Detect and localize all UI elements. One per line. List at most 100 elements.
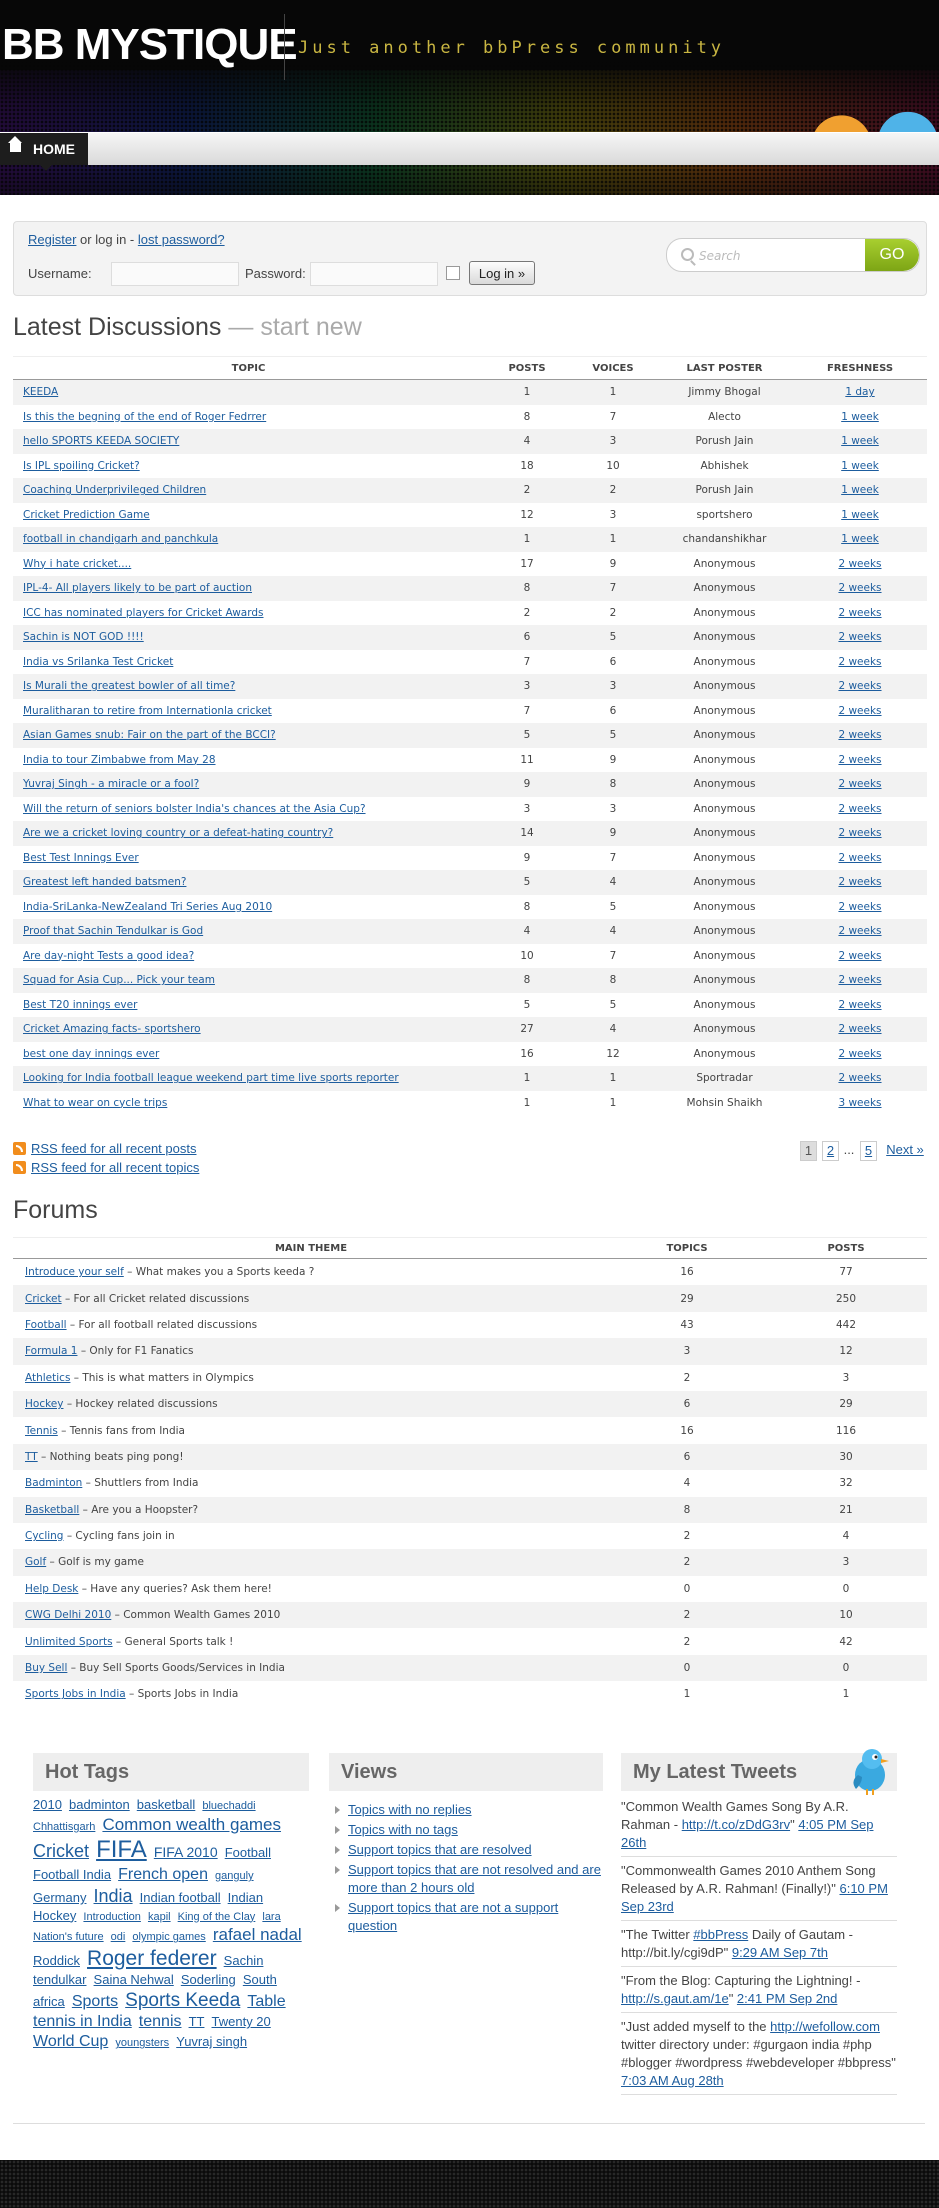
forum-link[interactable]: Cricket: [25, 1293, 62, 1305]
rss-posts-link[interactable]: RSS feed for all recent posts: [31, 1141, 196, 1156]
forum-link[interactable]: Hockey: [25, 1398, 63, 1410]
rss-posts-feed[interactable]: RSS feed for all recent posts: [13, 1139, 199, 1158]
tag-link[interactable]: lara: [262, 1911, 280, 1923]
tag-link[interactable]: FIFA 2010: [154, 1844, 218, 1860]
start-new-link[interactable]: — start new: [228, 313, 361, 341]
topic-link[interactable]: What to wear on cycle trips: [23, 1097, 167, 1109]
tag-link[interactable]: World Cup: [33, 2033, 108, 2050]
topic-link[interactable]: Looking for India football league weeken…: [23, 1072, 399, 1084]
view-link[interactable]: Support topics that are not resolved and…: [348, 1862, 601, 1895]
topic-link[interactable]: India-SriLanka-NewZealand Tri Series Aug…: [23, 901, 272, 913]
topic-link[interactable]: Cricket Amazing facts- sportshero: [23, 1023, 201, 1035]
forum-link[interactable]: Basketball: [25, 1504, 79, 1516]
forum-link[interactable]: Tennis: [25, 1425, 58, 1437]
tag-link[interactable]: badminton: [69, 1797, 130, 1812]
view-link[interactable]: Support topics that are resolved: [348, 1842, 532, 1857]
register-link[interactable]: Register: [28, 232, 76, 247]
forum-link[interactable]: Golf: [25, 1556, 46, 1568]
topic-link[interactable]: Best T20 innings ever: [23, 999, 137, 1011]
freshness-link[interactable]: 1 week: [841, 435, 879, 447]
freshness-link[interactable]: 2 weeks: [838, 680, 881, 692]
topic-link[interactable]: Sachin is NOT GOD !!!!: [23, 631, 144, 643]
forum-link[interactable]: Buy Sell: [25, 1662, 67, 1674]
forum-link[interactable]: Football: [25, 1319, 67, 1331]
topic-link[interactable]: Is this the begning of the end of Roger …: [23, 411, 266, 423]
tweet-link[interactable]: http://wefollow.com: [770, 2019, 880, 2034]
freshness-link[interactable]: 1 day: [845, 386, 874, 398]
forum-link[interactable]: Badminton: [25, 1477, 82, 1489]
topic-link[interactable]: KEEDA: [23, 386, 58, 398]
tweet-link[interactable]: #bbPress: [693, 1927, 748, 1942]
tweet-time-link[interactable]: 7:03 AM Aug 28th: [621, 2073, 724, 2088]
freshness-link[interactable]: 2 weeks: [838, 607, 881, 619]
tag-link[interactable]: India: [94, 1886, 133, 1906]
topic-link[interactable]: Yuvraj Singh - a miracle or a fool?: [23, 778, 199, 790]
tweet-time-link[interactable]: 2:41 PM Sep 2nd: [737, 1991, 837, 2006]
tag-link[interactable]: TT: [189, 2014, 205, 2029]
freshness-link[interactable]: 2 weeks: [838, 901, 881, 913]
freshness-link[interactable]: 2 weeks: [838, 558, 881, 570]
freshness-link[interactable]: 2 weeks: [838, 1048, 881, 1060]
freshness-link[interactable]: 2 weeks: [838, 754, 881, 766]
freshness-link[interactable]: 2 weeks: [838, 999, 881, 1011]
password-field[interactable]: [310, 262, 438, 286]
freshness-link[interactable]: 2 weeks: [838, 950, 881, 962]
forum-link[interactable]: Cycling: [25, 1530, 63, 1542]
freshness-link[interactable]: 3 weeks: [838, 1097, 881, 1109]
rss-topics-link[interactable]: RSS feed for all recent topics: [31, 1160, 199, 1175]
page-5-link[interactable]: 5: [860, 1141, 877, 1161]
remember-me-checkbox[interactable]: [446, 266, 460, 280]
forum-link[interactable]: TT: [25, 1451, 38, 1463]
tag-link[interactable]: Roddick: [33, 1953, 80, 1968]
freshness-link[interactable]: 2 weeks: [838, 974, 881, 986]
forum-link[interactable]: Introduce your self: [25, 1266, 124, 1278]
forum-link[interactable]: Sports Jobs in India: [25, 1688, 126, 1700]
search-input[interactable]: [697, 245, 871, 267]
topic-link[interactable]: Are we a cricket loving country or a def…: [23, 827, 333, 839]
freshness-link[interactable]: 1 week: [841, 509, 879, 521]
topic-link[interactable]: ICC has nominated players for Cricket Aw…: [23, 607, 264, 619]
topic-link[interactable]: Are day-night Tests a good idea?: [23, 950, 194, 962]
topic-link[interactable]: Is Murali the greatest bowler of all tim…: [23, 680, 235, 692]
tag-link[interactable]: Sports: [72, 1993, 118, 2010]
freshness-link[interactable]: 2 weeks: [838, 1023, 881, 1035]
tag-link[interactable]: Indian football: [140, 1890, 221, 1905]
freshness-link[interactable]: 2 weeks: [838, 582, 881, 594]
search-go-button[interactable]: GO: [865, 239, 919, 271]
login-button[interactable]: Log in »: [469, 261, 535, 285]
tag-link[interactable]: Football India: [33, 1867, 111, 1882]
username-field[interactable]: [111, 262, 239, 286]
freshness-link[interactable]: 2 weeks: [838, 925, 881, 937]
topic-link[interactable]: IPL-4- All players likely to be part of …: [23, 582, 252, 594]
topic-link[interactable]: Why i hate cricket....: [23, 558, 131, 570]
col-topic-header[interactable]: TOPIC: [13, 356, 484, 380]
tag-link[interactable]: King of the Clay: [178, 1911, 256, 1923]
freshness-link[interactable]: 2 weeks: [838, 876, 881, 888]
col-posts-header[interactable]: POSTS: [484, 356, 570, 380]
topic-link[interactable]: Best Test Innings Ever: [23, 852, 139, 864]
tag-link[interactable]: Germany: [33, 1890, 86, 1905]
tag-link[interactable]: Soderling: [181, 1972, 236, 1987]
freshness-link[interactable]: 2 weeks: [838, 631, 881, 643]
topic-link[interactable]: Squad for Asia Cup... Pick your team: [23, 974, 215, 986]
view-link[interactable]: Support topics that are not a support qu…: [348, 1900, 558, 1933]
tag-link[interactable]: bluechaddi: [202, 1800, 255, 1812]
tag-link[interactable]: odi: [111, 1931, 126, 1943]
freshness-link[interactable]: 2 weeks: [838, 1072, 881, 1084]
freshness-link[interactable]: 1 week: [841, 411, 879, 423]
page-2-link[interactable]: 2: [822, 1141, 839, 1161]
tag-link[interactable]: 2010: [33, 1797, 62, 1812]
tweet-link[interactable]: http://t.co/zDdG3rv: [682, 1817, 790, 1832]
topic-link[interactable]: Muralitharan to retire from Internationl…: [23, 705, 272, 717]
tag-link[interactable]: Introduction: [83, 1911, 140, 1923]
forum-link[interactable]: Athletics: [25, 1372, 70, 1384]
freshness-link[interactable]: 2 weeks: [838, 729, 881, 741]
tag-link[interactable]: Sports Keeda: [125, 1990, 240, 2011]
tweet-time-link[interactable]: 9:29 AM Sep 7th: [732, 1945, 828, 1960]
tag-link[interactable]: olympic games: [132, 1931, 205, 1943]
tag-link[interactable]: kapil: [148, 1911, 171, 1923]
tag-link[interactable]: youngsters: [115, 2037, 169, 2049]
rss-topics-feed[interactable]: RSS feed for all recent topics: [13, 1158, 199, 1177]
tag-link[interactable]: Twenty 20: [212, 2014, 271, 2029]
forum-link[interactable]: Formula 1: [25, 1345, 77, 1357]
